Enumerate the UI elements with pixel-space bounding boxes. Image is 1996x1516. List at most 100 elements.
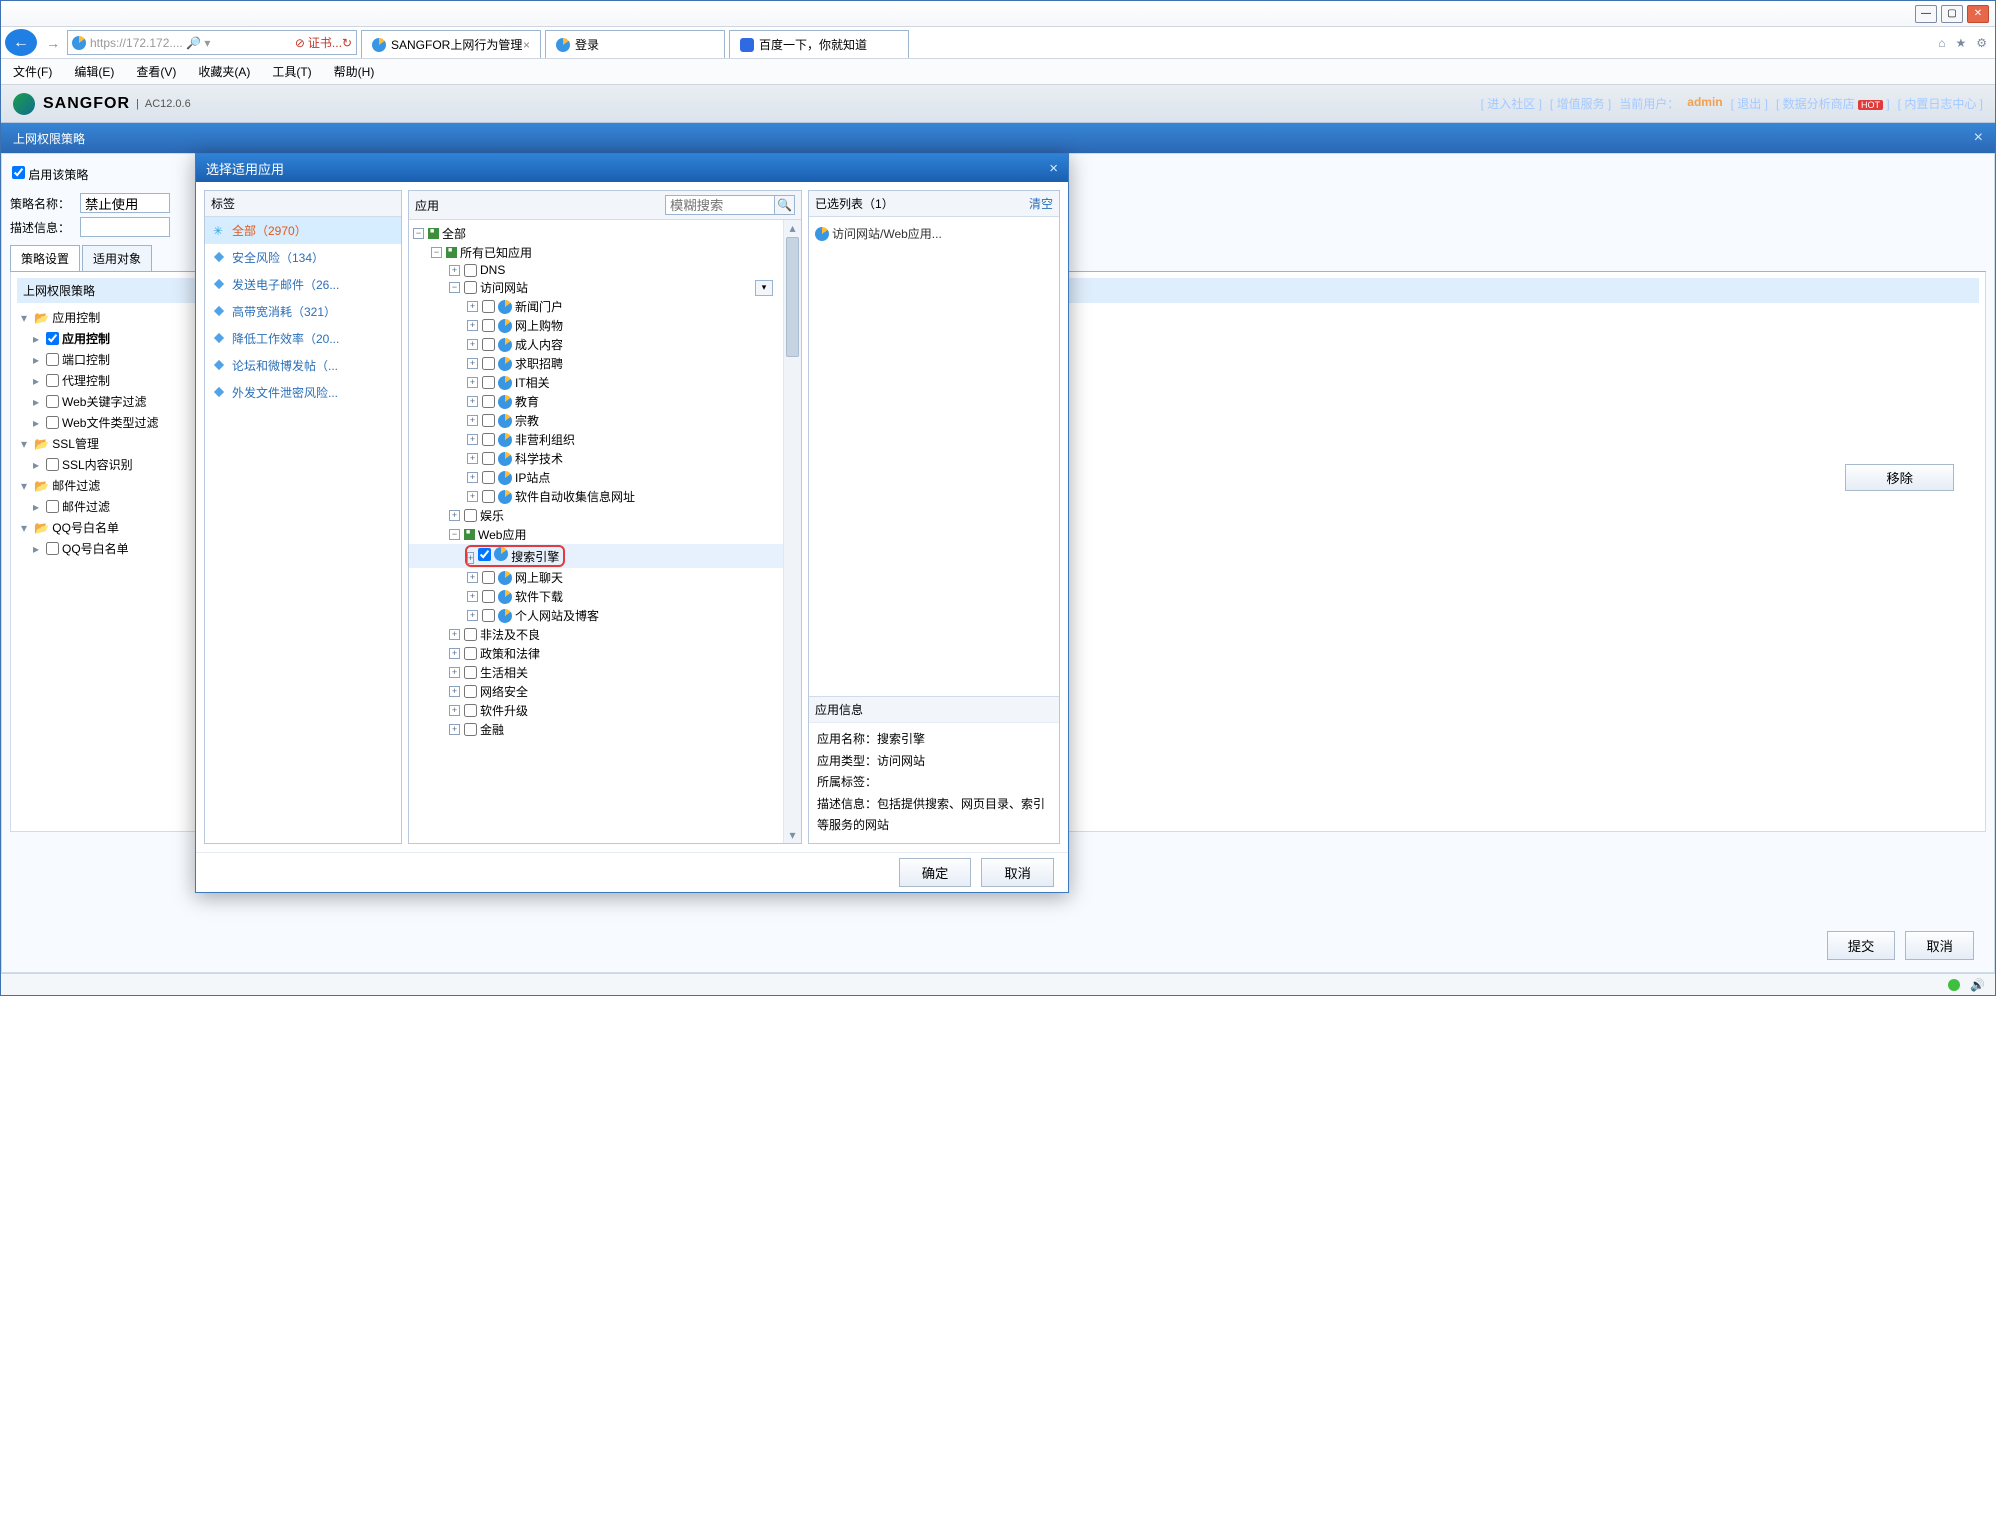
app-tree-node[interactable]: 娱乐 xyxy=(409,506,783,525)
tab-apply-target[interactable]: 适用对象 xyxy=(82,245,152,271)
app-tree-node[interactable]: 金融 xyxy=(409,720,783,739)
app-search-input[interactable] xyxy=(665,195,775,215)
app-tree-node[interactable]: IP站点 xyxy=(409,468,783,487)
tree-toggle-icon[interactable] xyxy=(467,610,478,621)
tree-toggle-icon[interactable] xyxy=(467,591,478,602)
tree-checkbox[interactable] xyxy=(464,685,477,698)
tab-policy-settings[interactable]: 策略设置 xyxy=(10,245,80,271)
link-log-center[interactable]: [ 内置日志中心 ] xyxy=(1898,95,1983,112)
tag-item[interactable]: 外发文件泄密风险... xyxy=(205,379,401,406)
tree-checkbox[interactable] xyxy=(482,376,495,389)
tree-checkbox[interactable] xyxy=(482,571,495,584)
tree-checkbox[interactable] xyxy=(464,264,477,277)
back-button[interactable]: ← xyxy=(5,29,37,56)
menu-edit[interactable]: 编辑(E) xyxy=(68,60,120,83)
app-tree-node[interactable]: 全部 xyxy=(409,224,783,243)
tag-item[interactable]: 全部（2970） xyxy=(205,217,401,244)
menu-view[interactable]: 查看(V) xyxy=(130,60,182,83)
tree-checkbox[interactable] xyxy=(464,704,477,717)
tree-checkbox[interactable] xyxy=(482,395,495,408)
tree-toggle-icon[interactable] xyxy=(467,377,478,388)
app-tree-node[interactable]: 软件升级 xyxy=(409,701,783,720)
window-minimize-button[interactable]: — xyxy=(1915,5,1937,23)
link-store[interactable]: [ 数据分析商店 HOT ] xyxy=(1776,95,1890,112)
link-logout[interactable]: [ 退出 ] xyxy=(1731,95,1768,112)
tree-toggle-icon[interactable] xyxy=(449,282,460,293)
tab-sangfor[interactable]: SANGFOR上网行为管理 × xyxy=(361,30,541,58)
tree-toggle-icon[interactable] xyxy=(449,724,460,735)
tree-checkbox[interactable] xyxy=(482,433,495,446)
tree-checkbox[interactable] xyxy=(482,357,495,370)
tree-toggle-icon[interactable] xyxy=(467,320,478,331)
remove-button[interactable]: 移除 xyxy=(1845,464,1954,491)
tree-toggle-icon[interactable] xyxy=(467,339,478,350)
modal-close-icon[interactable]: × xyxy=(1049,160,1058,177)
search-icon[interactable]: 🔍 xyxy=(775,195,795,215)
tree-checkbox[interactable] xyxy=(464,281,477,294)
forward-button[interactable]: → xyxy=(41,27,65,58)
tree-checkbox[interactable] xyxy=(482,471,495,484)
tree-toggle-icon[interactable] xyxy=(467,453,478,464)
tree-toggle-icon[interactable] xyxy=(467,472,478,483)
tree-toggle-icon[interactable] xyxy=(467,434,478,445)
tab-close-icon[interactable]: × xyxy=(523,38,530,52)
app-tree-node[interactable]: 政策和法律 xyxy=(409,644,783,663)
dropdown-icon[interactable]: ▾ xyxy=(755,280,773,296)
scroll-thumb[interactable] xyxy=(786,237,799,357)
tab-baidu[interactable]: 百度一下，你就知道 xyxy=(729,30,909,58)
tree-checkbox[interactable] xyxy=(464,628,477,641)
checkbox-partial-icon[interactable] xyxy=(428,228,439,239)
checkbox-partial-icon[interactable] xyxy=(446,247,457,258)
tab-login[interactable]: 登录 xyxy=(545,30,725,58)
tree-checkbox[interactable] xyxy=(482,414,495,427)
tag-item[interactable]: 安全风险（134） xyxy=(205,244,401,271)
menu-help[interactable]: 帮助(H) xyxy=(328,60,381,83)
tree-checkbox[interactable] xyxy=(464,666,477,679)
app-tree-node[interactable]: 生活相关 xyxy=(409,663,783,682)
sound-icon[interactable]: 🔊 xyxy=(1970,978,1985,992)
favorites-icon[interactable]: ★ xyxy=(1955,36,1966,50)
menu-favorites[interactable]: 收藏夹(A) xyxy=(192,60,256,83)
tree-toggle-icon[interactable] xyxy=(431,247,442,258)
tag-item[interactable]: 降低工作效率（20... xyxy=(205,325,401,352)
app-tree-node[interactable]: DNS xyxy=(409,262,783,278)
app-tree[interactable]: 全部所有已知应用DNS访问网站▾新闻门户网上购物成人内容求职招聘IT相关教育宗教… xyxy=(409,220,783,843)
menu-file[interactable]: 文件(F) xyxy=(7,60,58,83)
tree-toggle-icon[interactable] xyxy=(467,552,474,564)
policy-close-icon[interactable]: × xyxy=(1974,129,1983,147)
app-tree-node[interactable]: 网上聊天 xyxy=(409,568,783,587)
tree-toggle-icon[interactable] xyxy=(449,529,460,540)
tree-checkbox[interactable] xyxy=(482,319,495,332)
link-vas[interactable]: [ 增值服务 ] xyxy=(1550,95,1611,112)
app-tree-node[interactable]: 软件下载 xyxy=(409,587,783,606)
app-tree-node[interactable]: 所有已知应用 xyxy=(409,243,783,262)
app-tree-node[interactable]: 宗教 xyxy=(409,411,783,430)
app-tree-node[interactable]: 软件自动收集信息网址 xyxy=(409,487,783,506)
tree-toggle-icon[interactable] xyxy=(449,265,460,276)
tree-toggle-icon[interactable] xyxy=(467,491,478,502)
tree-toggle-icon[interactable] xyxy=(467,396,478,407)
app-tree-node[interactable]: IT相关 xyxy=(409,373,783,392)
tree-checkbox[interactable] xyxy=(464,647,477,660)
cancel-button[interactable]: 取消 xyxy=(1905,931,1974,960)
submit-button[interactable]: 提交 xyxy=(1827,931,1896,960)
checkbox-partial-icon[interactable] xyxy=(464,529,475,540)
tree-checkbox[interactable] xyxy=(482,609,495,622)
tree-toggle-icon[interactable] xyxy=(413,228,424,239)
cert-error-badge[interactable]: 证书... ↻ xyxy=(295,34,352,51)
app-tree-node[interactable]: 新闻门户 xyxy=(409,297,783,316)
app-tree-node[interactable]: 非营利组织 xyxy=(409,430,783,449)
app-tree-scrollbar[interactable]: ▴ ▾ xyxy=(783,220,801,843)
tree-toggle-icon[interactable] xyxy=(467,358,478,369)
tree-toggle-icon[interactable] xyxy=(467,572,478,583)
app-tree-node[interactable]: 成人内容 xyxy=(409,335,783,354)
window-close-button[interactable]: ✕ xyxy=(1967,5,1989,23)
app-tree-node[interactable]: Web应用 xyxy=(409,525,783,544)
tree-checkbox[interactable] xyxy=(464,723,477,736)
tree-checkbox[interactable] xyxy=(482,452,495,465)
app-tree-node[interactable]: 搜索引擎 xyxy=(409,544,783,568)
modal-cancel-button[interactable]: 取消 xyxy=(981,858,1054,887)
app-tree-node[interactable]: 网上购物 xyxy=(409,316,783,335)
app-tree-node[interactable]: 非法及不良 xyxy=(409,625,783,644)
tree-toggle-icon[interactable] xyxy=(449,648,460,659)
